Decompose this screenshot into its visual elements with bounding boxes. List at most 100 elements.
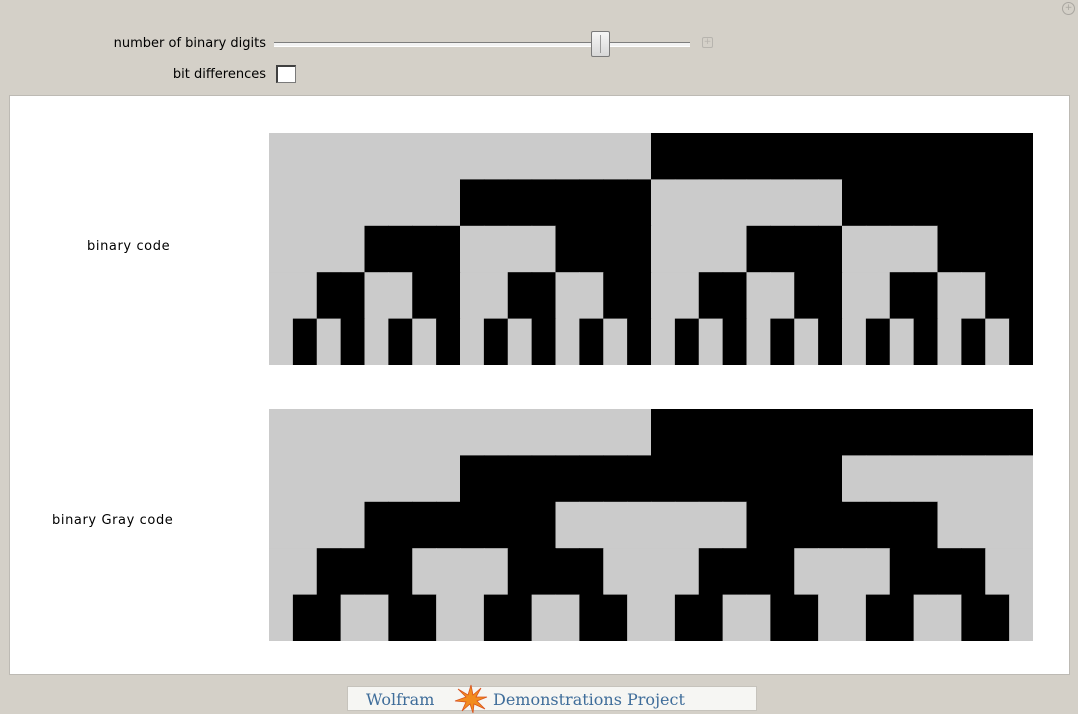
binary-bit-cell: [460, 179, 485, 227]
binary-bit-cell: [555, 318, 580, 365]
gray-bit-cell: [651, 548, 676, 596]
binary-bit-cell: [579, 133, 604, 180]
binary-bit-cell: [269, 179, 294, 227]
gray-bit-cell: [269, 594, 294, 641]
gray-bit-cell: [507, 548, 533, 596]
binary-bit-cell: [340, 225, 366, 273]
binary-bit-cell: [937, 133, 962, 180]
binary-bit-cell: [913, 179, 939, 227]
gray-bit-cell: [555, 501, 580, 549]
gray-bit-cell: [340, 501, 366, 549]
binary-bit-cell: [770, 272, 795, 320]
gray-bit-cell: [460, 501, 485, 549]
binary-bit-cell: [961, 133, 986, 180]
binary-bit-cell: [722, 318, 748, 365]
binary-bit-cell: [985, 318, 1010, 365]
binary-bit-cell: [579, 272, 604, 320]
binary-bit-cell: [292, 225, 318, 273]
gray-bit-cell: [603, 409, 628, 456]
binary-bit-cell: [579, 179, 604, 227]
binary-bit-cell: [937, 179, 962, 227]
binary-bit-cell: [269, 318, 294, 365]
gray-bit-cell: [555, 455, 580, 503]
binary-bit-cell: [889, 225, 915, 273]
gray-bit-cell: [818, 409, 843, 456]
binary-bit-cell: [460, 225, 485, 273]
expand-controls-icon[interactable]: +: [1062, 2, 1075, 15]
binary-bit-cell: [889, 318, 915, 365]
binary-bit-cell: [722, 225, 748, 273]
binary-bit-cell: [961, 179, 986, 227]
gray-bit-cell: [770, 409, 795, 456]
gray-bit-cell: [698, 409, 724, 456]
gray-bit-cell: [674, 409, 700, 456]
gray-bit-cell: [412, 501, 437, 549]
gray-bit-cell: [770, 548, 795, 596]
binary-bit-cell: [316, 272, 342, 320]
plus-icon[interactable]: +: [702, 37, 713, 48]
gray-bit-cell: [460, 594, 485, 641]
binary-bit-cell: [412, 318, 437, 365]
binary-bit-cell: [651, 133, 676, 180]
binary-bit-cell: [746, 318, 771, 365]
gray-bit-cell: [579, 594, 604, 641]
gray-bit-cell: [507, 594, 533, 641]
digits-slider-thumb[interactable]: [591, 31, 610, 57]
bit-differences-label: bit differences: [172, 67, 266, 82]
gray-bit-cell: [698, 501, 724, 549]
gray-bit-cell: [316, 548, 342, 596]
gray-bit-cell: [674, 548, 700, 596]
binary-bit-cell: [818, 225, 843, 273]
gray-bit-cell: [937, 409, 962, 456]
bit-differences-checkbox[interactable]: [276, 65, 296, 83]
gray-bit-cell: [794, 409, 819, 456]
binary-bit-cell: [818, 318, 843, 365]
gray-bit-cell: [364, 594, 389, 641]
gray-bit-cell: [865, 501, 891, 549]
gray-bit-cell: [316, 594, 342, 641]
binary-bit-cell: [531, 133, 557, 180]
gray-bit-cell: [746, 409, 771, 456]
binary-bit-cell: [531, 179, 557, 227]
binary-bit-cell: [698, 225, 724, 273]
gray-bit-cell: [674, 501, 700, 549]
gray-bit-cell: [651, 409, 676, 456]
binary-bit-cell: [507, 225, 533, 273]
binary-bit-cell: [531, 272, 557, 320]
gray-bit-cell: [746, 548, 771, 596]
binary-bit-cell: [674, 133, 700, 180]
digits-slider-track[interactable]: [274, 42, 690, 47]
binary-bit-cell: [794, 133, 819, 180]
gray-bit-cell: [865, 548, 891, 596]
binary-bit-cell: [316, 318, 342, 365]
binary-bit-cell: [507, 133, 533, 180]
gray-bit-cell: [865, 455, 891, 503]
gray-bit-cell: [794, 548, 819, 596]
gray-bit-cell: [842, 501, 867, 549]
wolfram-demonstrations-banner[interactable]: Wolfram Demonstrations Project: [347, 684, 757, 714]
gray-bit-cell: [436, 548, 461, 596]
gray-bit-cell: [364, 548, 389, 596]
gray-bit-cell: [698, 548, 724, 596]
gray-bit-cell: [1009, 409, 1033, 456]
binary-bit-cell: [746, 272, 771, 320]
gray-bit-cell: [579, 501, 604, 549]
gray-bit-cell: [889, 409, 915, 456]
gray-bit-cell: [770, 455, 795, 503]
gray-bit-cell: [579, 455, 604, 503]
binary-bit-cell: [961, 272, 986, 320]
gray-bit-cell: [507, 501, 533, 549]
gray-bit-cell: [818, 501, 843, 549]
binary-bit-cell: [292, 133, 318, 180]
binary-bit-cell: [842, 179, 867, 227]
gray-bit-cell: [746, 501, 771, 549]
gray-bit-cell: [627, 548, 652, 596]
footer-wolfram-text: Wolfram: [366, 690, 435, 709]
gray-bit-cell: [913, 455, 939, 503]
spikey-star-icon: [454, 684, 488, 714]
gray-bit-cell: [531, 548, 557, 596]
gray-bit-cell: [627, 409, 652, 456]
gray-bit-cell: [722, 501, 748, 549]
gray-bit-cell: [340, 409, 366, 456]
binary-bit-cell: [722, 133, 748, 180]
